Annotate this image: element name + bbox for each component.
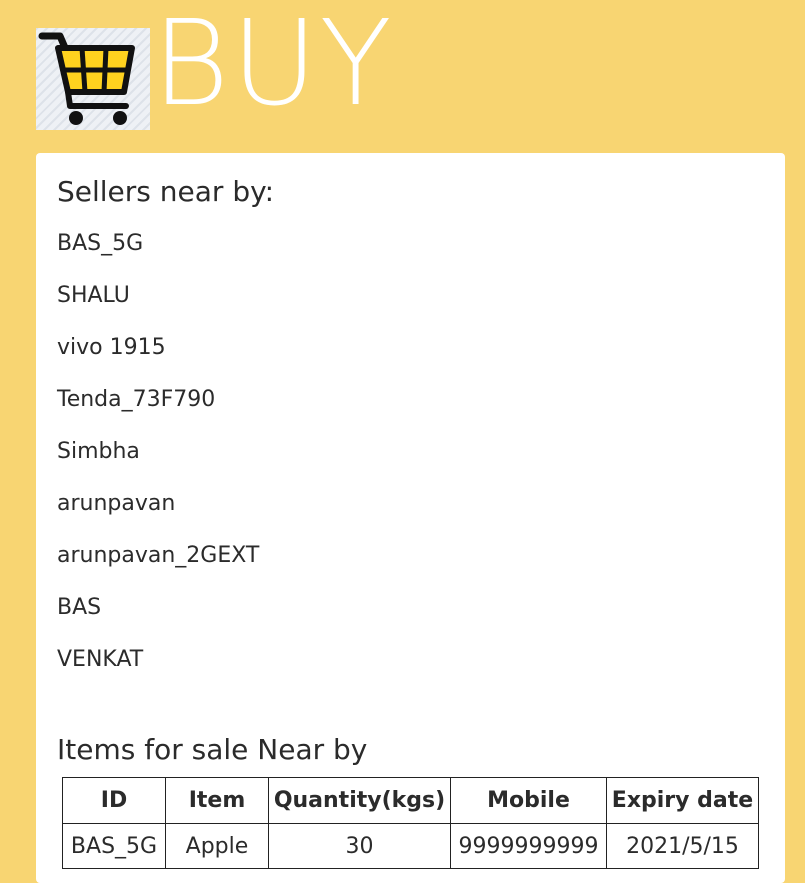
column-header-item: Item <box>165 777 269 824</box>
cell-quantity: 30 <box>268 823 451 869</box>
header: BUY <box>0 0 805 150</box>
seller-item: Tenda_73F790 <box>57 387 216 412</box>
seller-list: BAS_5G SHALU vivo 1915 Tenda_73F790 Simb… <box>57 231 259 699</box>
sellers-heading: Sellers near by: <box>57 175 275 208</box>
cell-item: Apple <box>165 823 269 869</box>
table-row: BAS_5G Apple 30 9999999999 2021/5/15 <box>62 823 759 869</box>
column-header-id: ID <box>62 777 166 824</box>
seller-item: Simbha <box>57 439 140 464</box>
seller-item: vivo 1915 <box>57 335 166 360</box>
seller-item: BAS <box>57 595 102 620</box>
items-table: ID Item Quantity(kgs) Mobile Expiry date… <box>62 777 759 869</box>
column-header-quantity: Quantity(kgs) <box>268 777 451 824</box>
cell-mobile: 9999999999 <box>450 823 607 869</box>
cell-id: BAS_5G <box>62 823 166 869</box>
column-header-mobile: Mobile <box>450 777 607 824</box>
column-header-expiry: Expiry date <box>606 777 759 824</box>
seller-item: SHALU <box>57 283 130 308</box>
content-card: Sellers near by: BAS_5G SHALU vivo 1915 … <box>36 153 785 883</box>
seller-item: VENKAT <box>57 647 144 672</box>
table-header-row: ID Item Quantity(kgs) Mobile Expiry date <box>62 777 759 824</box>
cell-expiry: 2021/5/15 <box>606 823 759 869</box>
items-heading: Items for sale Near by <box>57 733 368 766</box>
page-title: BUY <box>152 0 394 132</box>
seller-item: arunpavan <box>57 491 176 516</box>
seller-item: arunpavan_2GEXT <box>57 543 260 568</box>
shopping-cart-icon <box>36 28 150 130</box>
seller-item: BAS_5G <box>57 231 144 256</box>
